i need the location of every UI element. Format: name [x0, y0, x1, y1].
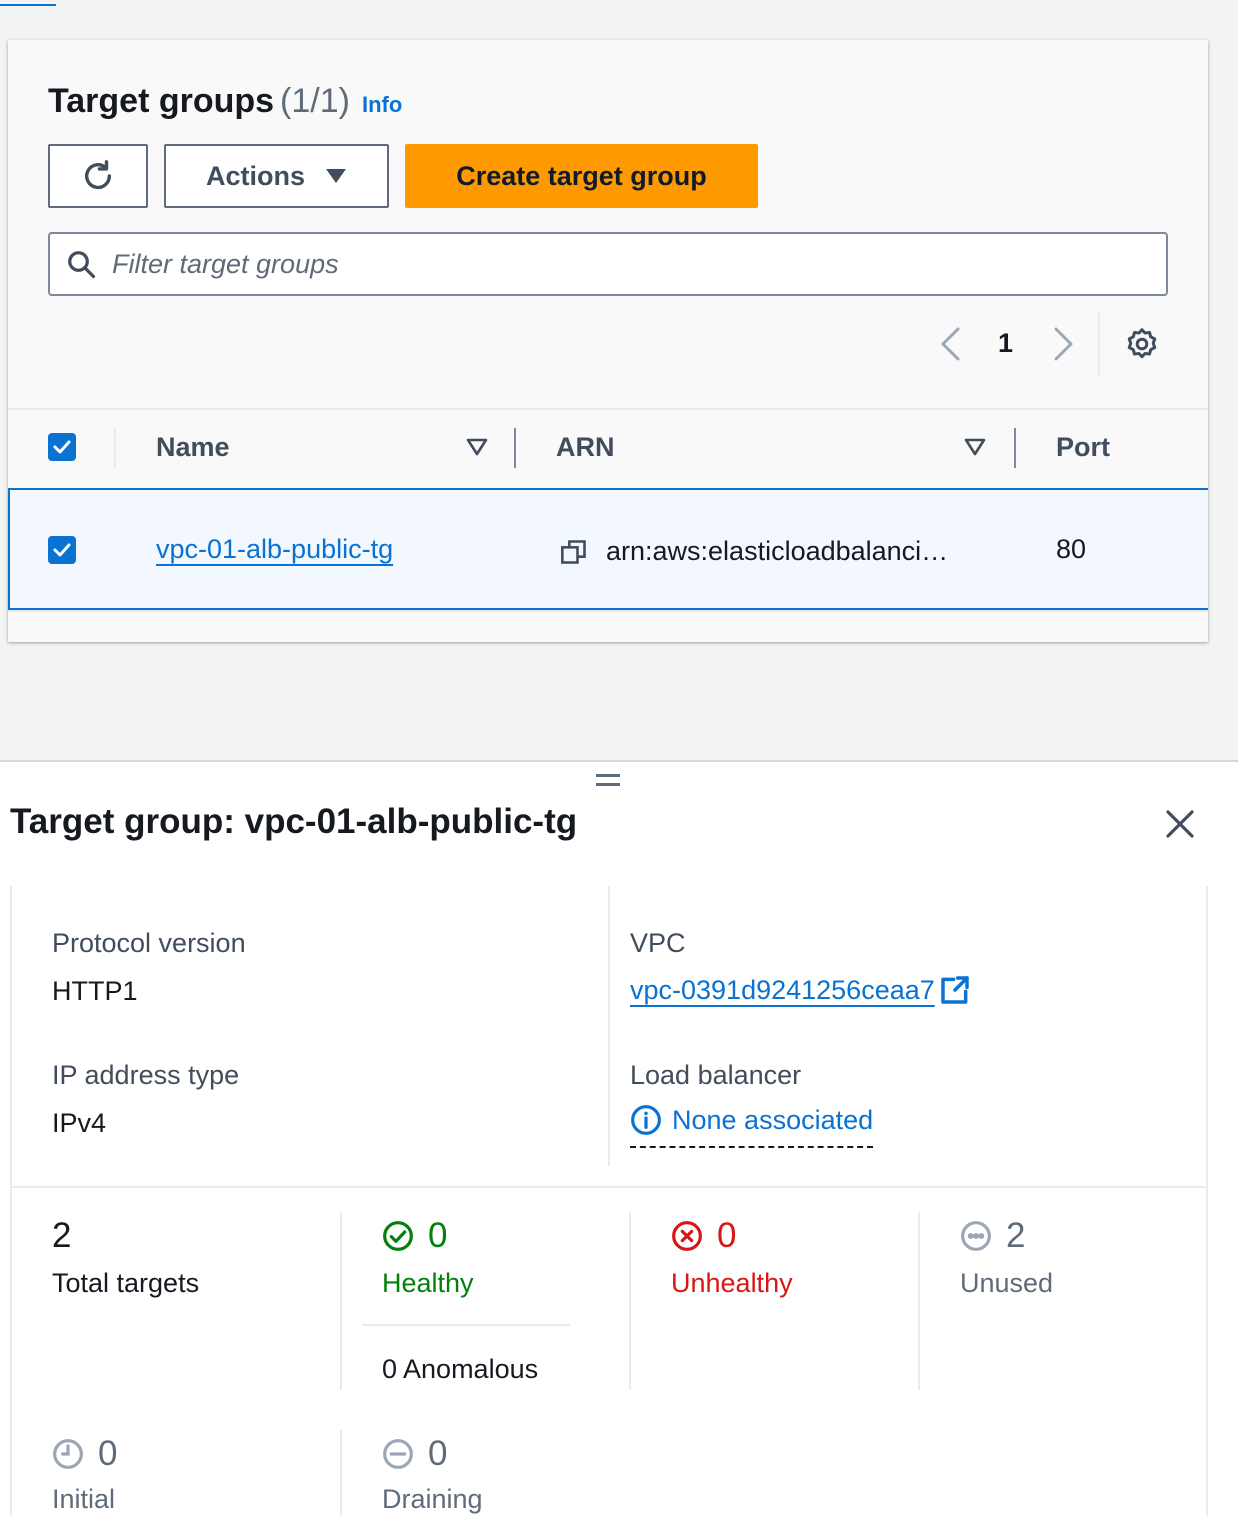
select-all-checkbox[interactable]	[48, 433, 76, 461]
column-separator[interactable]	[1014, 428, 1016, 468]
section-divider	[12, 1186, 1206, 1188]
page-number[interactable]: 1	[998, 328, 1013, 359]
column-header-arn[interactable]: ARN	[556, 432, 615, 463]
column-separator	[114, 428, 116, 468]
draining-value: 0	[428, 1434, 448, 1473]
status-positive-icon	[383, 1221, 413, 1251]
refresh-icon	[84, 160, 112, 190]
breadcrumb-link[interactable]	[0, 0, 56, 6]
details-card: Protocol version HTTP1 IP address type I…	[10, 886, 1208, 1516]
healthy-value: 0	[428, 1216, 448, 1255]
create-target-group-button[interactable]: Create target group	[405, 144, 758, 208]
total-targets-label: Total targets	[52, 1268, 200, 1298]
panel-count: (1/1)	[280, 82, 350, 120]
row-bottom-border	[8, 610, 1208, 612]
chevron-left-icon[interactable]	[938, 326, 964, 362]
filter-box	[48, 232, 1168, 296]
stat-divider	[340, 1430, 342, 1516]
target-group-name-link[interactable]: vpc-01-alb-public-tg	[156, 534, 393, 565]
draining-label: Draining	[382, 1484, 483, 1514]
chevron-right-icon[interactable]	[1050, 326, 1076, 362]
unused-label: Unused	[960, 1268, 1054, 1298]
initial-stat: 0	[52, 1434, 117, 1474]
actions-button[interactable]: Actions	[164, 144, 389, 208]
close-icon[interactable]	[1164, 808, 1196, 840]
copy-icon[interactable]	[560, 538, 588, 566]
column-header-port[interactable]: Port	[1056, 432, 1110, 463]
stat-divider	[340, 1212, 342, 1390]
column-divider	[608, 886, 610, 1166]
stat-divider	[918, 1212, 920, 1390]
detail-title: Target group: vpc-01-alb-public-tg	[10, 802, 578, 841]
panel-title-text: Target groups	[48, 82, 275, 120]
info-icon	[631, 1105, 661, 1135]
caret-down-icon	[326, 169, 346, 183]
column-separator[interactable]	[514, 428, 516, 468]
initial-label: Initial	[52, 1484, 116, 1514]
healthy-stat: 0	[382, 1216, 447, 1256]
unhealthy-label: Unhealthy	[671, 1268, 793, 1298]
row-selection-edge	[8, 488, 10, 610]
clock-icon	[53, 1439, 83, 1469]
ip-type-value: IPv4	[52, 1108, 107, 1138]
arn-value: arn:aws:elasticloadbalanci…	[606, 536, 949, 566]
row-checkbox[interactable]	[48, 536, 76, 564]
column-header-name[interactable]: Name	[156, 432, 230, 463]
resize-handle-icon[interactable]	[596, 774, 620, 786]
unhealthy-value: 0	[717, 1216, 737, 1255]
stat-divider	[629, 1212, 631, 1390]
minus-circle-icon	[383, 1439, 413, 1469]
pager-divider	[1098, 312, 1100, 376]
table-header-top-border	[8, 408, 1208, 410]
anomalous-label: 0 Anomalous	[382, 1354, 539, 1384]
vpc-label: VPC	[630, 928, 686, 958]
status-stopped-icon	[961, 1221, 991, 1251]
healthy-label: Healthy	[382, 1268, 474, 1298]
vpc-link-wrapper[interactable]: vpc-0391d9241256ceaa7	[630, 974, 971, 1006]
vpc-link[interactable]: vpc-0391d9241256ceaa7	[630, 975, 935, 1006]
checkmark-icon	[53, 543, 71, 557]
load-balancer-value: None associated	[672, 1104, 874, 1135]
load-balancer-popover-trigger[interactable]: None associated	[630, 1104, 874, 1148]
gear-icon[interactable]	[1124, 326, 1160, 362]
filter-input[interactable]	[112, 248, 1112, 280]
target-groups-panel: Target groups (1/1) Info Actions Create ta…	[8, 40, 1208, 642]
unused-value: 2	[1006, 1216, 1026, 1255]
initial-value: 0	[98, 1434, 118, 1473]
port-value: 80	[1056, 534, 1087, 564]
refresh-button[interactable]	[48, 144, 148, 208]
panel-title: Target groups (1/1) Info	[48, 82, 402, 121]
ip-type-label: IP address type	[52, 1060, 240, 1090]
unused-stat: 2	[960, 1216, 1025, 1256]
info-link[interactable]: Info	[362, 92, 402, 117]
checkmark-icon	[53, 440, 71, 454]
protocol-version-label: Protocol version	[52, 928, 246, 958]
search-icon	[68, 251, 96, 279]
unhealthy-stat: 0	[671, 1216, 736, 1256]
total-targets-value: 2	[52, 1216, 72, 1255]
sort-icon[interactable]	[964, 438, 986, 456]
external-link-icon[interactable]	[939, 974, 971, 1006]
draining-stat: 0	[382, 1434, 447, 1474]
sort-icon[interactable]	[466, 438, 488, 456]
actions-label: Actions	[205, 160, 305, 191]
status-negative-icon	[672, 1221, 702, 1251]
load-balancer-label: Load balancer	[630, 1060, 802, 1090]
protocol-version-value: HTTP1	[52, 976, 138, 1006]
stat-subdivider	[362, 1324, 570, 1326]
